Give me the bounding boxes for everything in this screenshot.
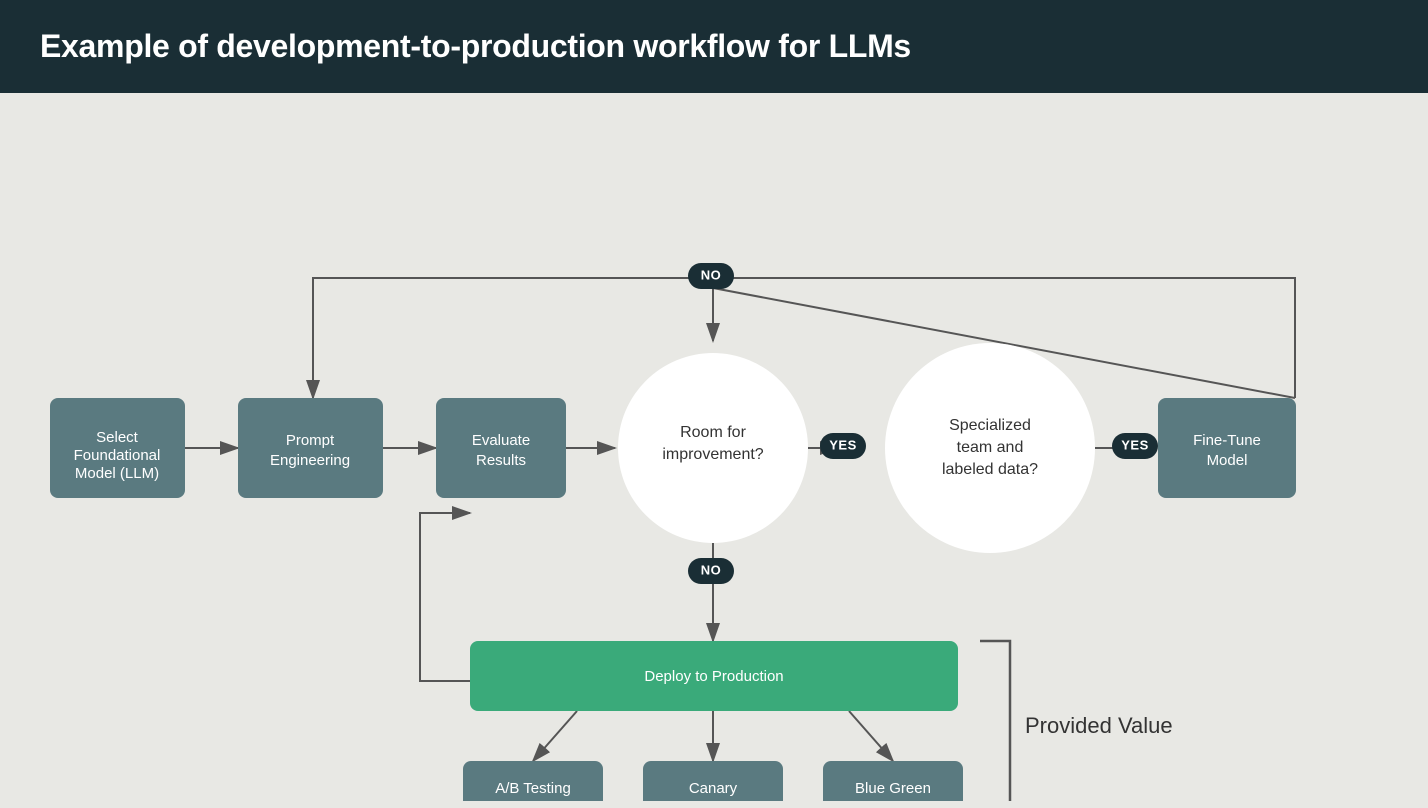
deploy-label: Deploy to Production xyxy=(644,668,783,685)
fine-tune-label2: Model xyxy=(1207,452,1248,469)
arrow-deploy-to-blue xyxy=(849,711,893,761)
deploy-to-evaluate-feedback xyxy=(420,513,470,681)
provided-value-label: Provided Value xyxy=(1025,713,1173,738)
page-title: Example of development-to-production wor… xyxy=(40,28,1388,65)
select-model-label2: Foundational xyxy=(74,447,161,464)
no-badge-bottom-label: NO xyxy=(701,562,722,577)
evaluate-results-label2: Results xyxy=(476,452,526,469)
prompt-engineering-label: Prompt xyxy=(286,432,335,449)
room-improvement-label: Room for xyxy=(680,424,746,441)
room-improvement-label2: improvement? xyxy=(662,446,763,463)
canary-label: Canary xyxy=(689,780,738,797)
no-badge-top-label: NO xyxy=(701,267,722,282)
specialized-label2: team and xyxy=(957,439,1024,456)
specialized-label3: labeled data? xyxy=(942,461,1038,478)
select-model-label: Select xyxy=(96,429,139,446)
diagram-area: Select Foundational Model (LLM) Prompt E… xyxy=(0,93,1428,801)
blue-green-label: Blue Green xyxy=(855,780,931,797)
fine-tune-label: Fine-Tune xyxy=(1193,432,1261,449)
evaluate-results-label: Evaluate xyxy=(472,432,530,449)
no-top-feedback xyxy=(313,278,1295,398)
select-model-label3: Model (LLM) xyxy=(75,465,159,482)
prompt-engineering-label2: Engineering xyxy=(270,452,350,469)
header: Example of development-to-production wor… xyxy=(0,0,1428,93)
specialized-label: Specialized xyxy=(949,417,1031,434)
yes-badge-1-label: YES xyxy=(829,437,857,452)
arrow-deploy-to-ab xyxy=(533,711,577,761)
yes-badge-2-label: YES xyxy=(1121,437,1149,452)
provided-value-bracket xyxy=(980,641,1010,801)
ab-testing-label: A/B Testing xyxy=(495,780,571,797)
